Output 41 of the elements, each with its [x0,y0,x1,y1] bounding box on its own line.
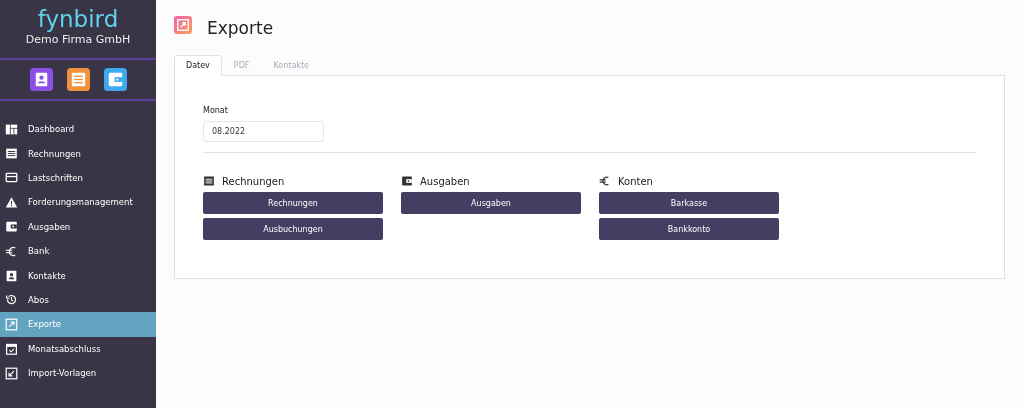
nav-item[interactable]: Monatsabschluss [0,336,156,361]
export-button[interactable]: Barkasse [599,192,779,214]
tab[interactable]: Datev [174,55,222,76]
export-button[interactable]: Rechnungen [203,192,383,214]
contact-icon [5,269,18,283]
calendar-icon [5,342,18,356]
nav-item[interactable]: Forderungsmanagement [0,190,156,215]
company-name: Demo Firma GmbH [25,33,131,46]
export-button[interactable]: Ausbuchungen [203,218,383,240]
nav-item[interactable]: Import-Vorlagen [0,360,156,386]
nav-item[interactable]: Bank [0,238,156,264]
section-title: Rechnungen [222,175,285,187]
euro-icon [5,244,18,258]
contact-icon[interactable] [29,68,53,91]
list-icon [5,147,18,161]
nav-item[interactable]: Abos [0,287,156,313]
history-icon [5,293,18,307]
wallet-icon [401,175,413,187]
section-title: Konten [618,175,653,187]
wallet-icon[interactable] [103,68,127,91]
export-button[interactable]: Bankkonto [599,218,779,240]
export-button[interactable]: Ausgaben [401,192,581,214]
list-icon [203,175,215,187]
nav-item[interactable]: Ausgaben [0,214,156,239]
nav-item[interactable]: Lastschriften [0,165,156,191]
warning-icon [5,195,18,209]
nav-item[interactable]: Kontakte [0,263,156,288]
nav-item[interactable]: Dashboard [0,117,156,142]
section-title: Ausgaben [420,175,470,187]
page-title: Exporte [207,18,274,38]
list-icon[interactable] [66,68,90,91]
field-label: Monat [203,106,229,115]
dashboard-icon [5,122,18,136]
logo[interactable]: fynbird [37,6,119,32]
wallet-icon [5,220,18,234]
card-icon [5,171,18,185]
euro-icon [599,175,611,187]
nav-item[interactable]: Rechnungen [0,141,156,166]
export-icon [5,317,18,331]
import-icon [5,366,18,380]
month-field[interactable]: 08.2022 [203,121,324,142]
